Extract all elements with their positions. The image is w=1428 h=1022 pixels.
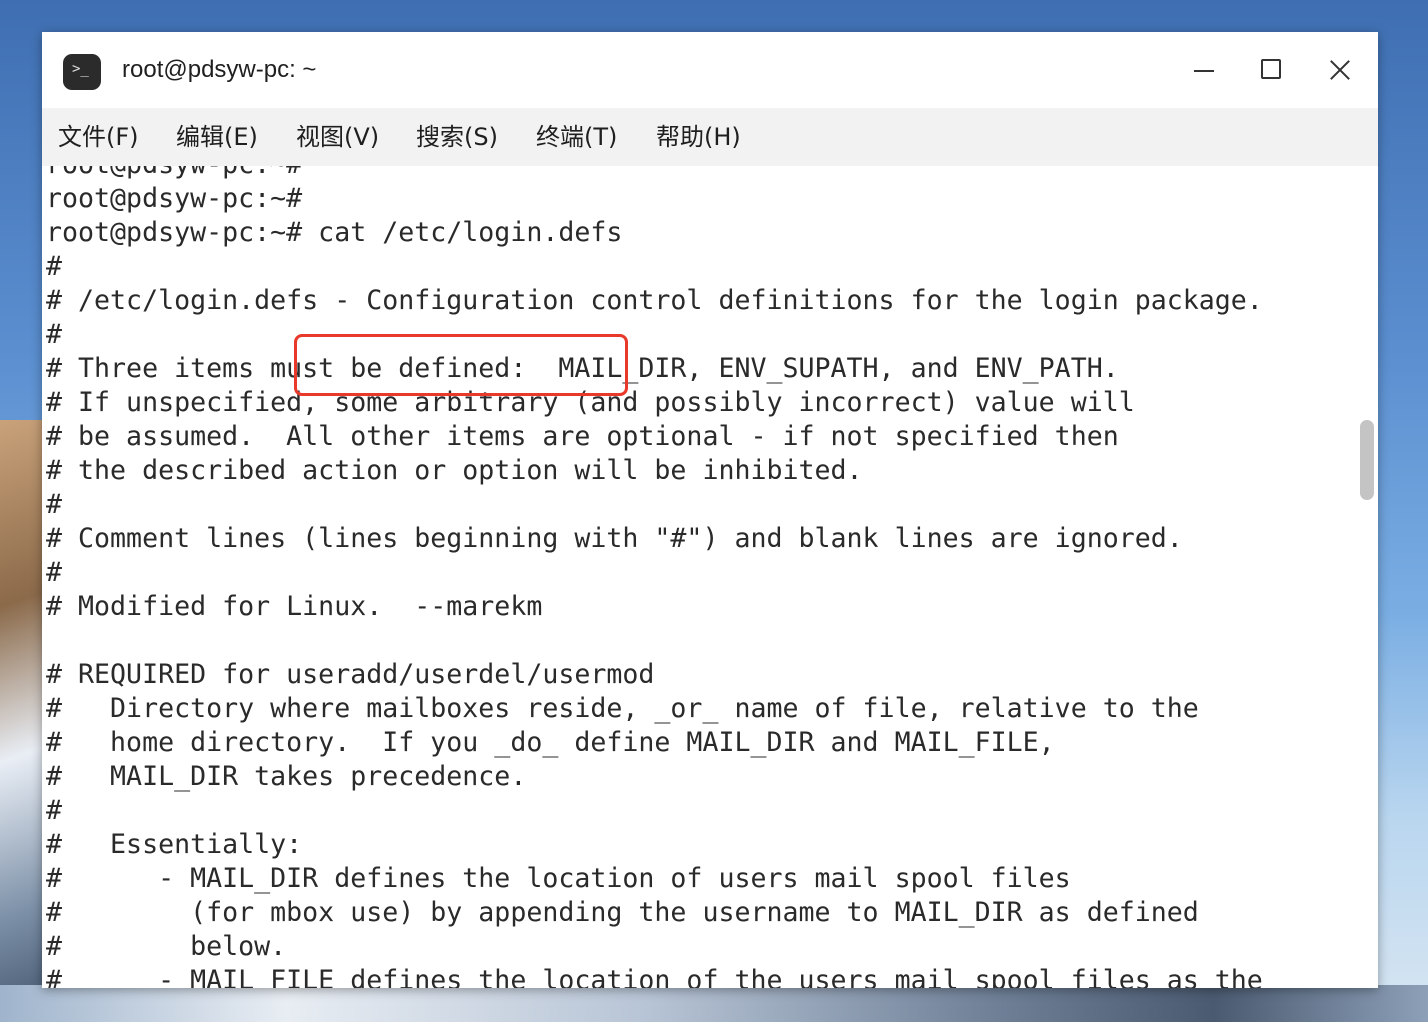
terminal-line: # the described action or option will be… — [46, 455, 863, 486]
terminal-line: root@pdsyw-pc:~# — [46, 183, 303, 214]
desktop-wallpaper-bottom — [0, 985, 1428, 1022]
terminal-line: # Modified for Linux. --marekm — [46, 591, 543, 622]
menu-view[interactable]: 视图(V) — [296, 122, 379, 152]
terminal-line: # Directory where mailboxes reside, _or_… — [46, 693, 1199, 724]
scrollbar-track[interactable] — [1358, 166, 1378, 988]
maximize-button[interactable] — [1254, 52, 1290, 88]
title-bar[interactable]: >_ root@pdsyw-pc: ~ — [42, 32, 1378, 108]
terminal-line: # below. — [46, 931, 287, 962]
terminal-icon-prompt: >_ — [72, 61, 89, 77]
terminal-line: # Three items must be defined: MAIL_DIR,… — [46, 353, 1119, 384]
terminal-line: # Essentially: — [46, 829, 303, 860]
menu-file[interactable]: 文件(F) — [58, 122, 139, 152]
terminal-line: # (for mbox use) by appending the userna… — [46, 897, 1199, 928]
terminal-line: # — [46, 795, 63, 826]
terminal-line: root@pdsyw-pc:~# cat /etc/login.defs — [46, 217, 623, 248]
terminal-line: # — [46, 557, 63, 588]
menu-help[interactable]: 帮助(H) — [656, 122, 741, 152]
menu-search[interactable]: 搜索(S) — [416, 122, 498, 152]
terminal-line: # be assumed. All other items are option… — [46, 421, 1119, 452]
terminal-line: # If unspecified, some arbitrary (and po… — [46, 387, 1135, 418]
terminal-window: >_ root@pdsyw-pc: ~ 文件(F) 编辑(E) 视图(V) 搜索… — [42, 32, 1378, 988]
terminal-icon: >_ — [63, 54, 101, 90]
minimize-button[interactable] — [1186, 52, 1222, 88]
terminal-line: # — [46, 319, 63, 350]
terminal-line: # - MAIL_FILE defines the location of th… — [46, 965, 1263, 988]
command-highlight-box — [294, 334, 628, 396]
menu-terminal[interactable]: 终端(T) — [536, 122, 617, 152]
menu-edit[interactable]: 编辑(E) — [176, 122, 258, 152]
terminal-line: # MAIL_DIR takes precedence. — [46, 761, 527, 792]
terminal-line: # — [46, 251, 63, 282]
terminal-line: # — [46, 489, 63, 520]
menu-bar: 文件(F) 编辑(E) 视图(V) 搜索(S) 终端(T) 帮助(H) — [42, 108, 1378, 166]
terminal-line: # REQUIRED for useradd/userdel/usermod — [46, 659, 655, 690]
terminal-line: # - MAIL_DIR defines the location of use… — [46, 863, 1071, 894]
terminal-line: # home directory. If you _do_ define MAI… — [46, 727, 1055, 758]
window-title: root@pdsyw-pc: ~ — [122, 56, 317, 83]
terminal-text: root@pdsyw-pc:~#root@pdsyw-pc:~#root@pds… — [46, 166, 1263, 988]
terminal-output[interactable]: root@pdsyw-pc:~#root@pdsyw-pc:~#root@pds… — [42, 166, 1358, 988]
close-button[interactable] — [1322, 52, 1358, 88]
scrollbar-thumb[interactable] — [1360, 420, 1374, 500]
terminal-line: root@pdsyw-pc:~# — [46, 166, 1263, 182]
terminal-line: # Comment lines (lines beginning with "#… — [46, 523, 1183, 554]
terminal-line: # /etc/login.defs - Configuration contro… — [46, 285, 1263, 316]
